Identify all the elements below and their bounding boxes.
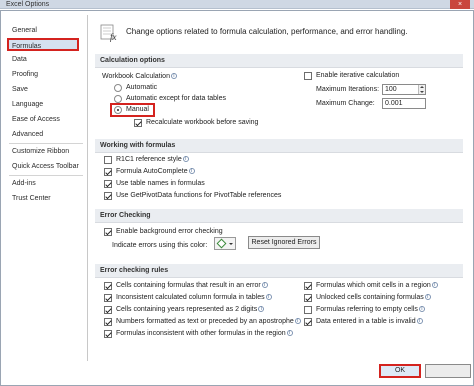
- radio-automatic-label: Automatic: [126, 84, 158, 91]
- rule-checkbox[interactable]: [104, 306, 112, 314]
- info-icon: i: [286, 330, 293, 337]
- r1c1-label: R1C1 reference style i: [116, 155, 189, 165]
- sidebar-item-proofing[interactable]: Proofing: [9, 68, 83, 81]
- info-icon: i: [431, 282, 438, 289]
- rule-label: Numbers formatted as text or preceded by…: [116, 317, 301, 327]
- title-bar: Excel Options ×: [0, 0, 474, 9]
- recalc-before-save-checkbox[interactable]: [134, 119, 142, 127]
- rule-checkbox[interactable]: [304, 294, 312, 302]
- max-iterations-input[interactable]: 100: [382, 84, 426, 95]
- spinner-arrows-icon[interactable]: [418, 85, 425, 94]
- info-icon: i: [424, 294, 431, 301]
- max-iterations-label: Maximum Iterations:: [316, 86, 380, 93]
- rule-checkbox[interactable]: [104, 282, 112, 290]
- radio-manual-label: Manual: [126, 106, 149, 113]
- max-iterations-value: 100: [385, 86, 397, 93]
- info-icon: i: [416, 318, 423, 325]
- rule-label: Cells containing years represented as 2 …: [116, 305, 265, 315]
- radio-manual[interactable]: [114, 106, 122, 114]
- info-icon: i: [170, 73, 177, 80]
- sidebar-item-ease-of-access[interactable]: Ease of Access: [9, 113, 83, 126]
- rule-checkbox[interactable]: [104, 330, 112, 338]
- svg-text:fx: fx: [110, 32, 117, 42]
- radio-automatic[interactable]: [114, 84, 122, 92]
- section-title: Calculation options: [100, 57, 165, 64]
- table-names-label: Use table names in formulas: [116, 180, 205, 187]
- info-icon: i: [265, 294, 272, 301]
- info-icon: i: [294, 318, 301, 325]
- rule-checkbox[interactable]: [104, 294, 112, 302]
- section-title: Working with formulas: [100, 142, 176, 149]
- recalc-before-save-label: Recalculate workbook before saving: [146, 119, 259, 126]
- rule-label: Unlocked cells containing formulas i: [316, 293, 431, 303]
- sidebar-item-customize-ribbon[interactable]: Customize Ribbon: [9, 145, 83, 158]
- sidebar-item-add-ins[interactable]: Add-ins: [9, 177, 83, 190]
- sidebar-separator: [9, 143, 83, 144]
- chevron-down-icon: [229, 243, 233, 247]
- sidebar-separator: [9, 175, 83, 176]
- window-title: Excel Options: [6, 1, 50, 8]
- ok-button[interactable]: OK: [379, 364, 421, 378]
- sidebar-item-trust-center[interactable]: Trust Center: [9, 192, 83, 205]
- rule-checkbox[interactable]: [304, 318, 312, 326]
- section-error-checking-rules: Error checking rules: [95, 264, 463, 278]
- error-color-picker[interactable]: [214, 237, 236, 250]
- enable-iterative-label: Enable iterative calculation: [316, 72, 400, 79]
- fill-color-icon: [216, 238, 227, 249]
- table-names-checkbox[interactable]: [104, 180, 112, 188]
- sidebar-item-formulas[interactable]: Formulas: [7, 38, 79, 51]
- info-icon: i: [261, 282, 268, 289]
- info-icon: i: [418, 306, 425, 313]
- sidebar-item-general[interactable]: General: [9, 24, 83, 37]
- enable-bg-error-checking-label: Enable background error checking: [116, 228, 223, 235]
- close-button[interactable]: ×: [450, 0, 470, 9]
- rule-checkbox[interactable]: [304, 306, 312, 314]
- r1c1-checkbox[interactable]: [104, 156, 112, 164]
- autocomplete-label: Formula AutoComplete i: [116, 167, 195, 177]
- sidebar-item-advanced[interactable]: Advanced: [9, 128, 83, 141]
- radio-automatic-except-tables[interactable]: [114, 95, 122, 103]
- autocomplete-checkbox[interactable]: [104, 168, 112, 176]
- formulas-panel: fx Change options related to formula cal…: [90, 18, 468, 356]
- getpivotdata-label: Use GetPivotData functions for PivotTabl…: [116, 192, 282, 199]
- cancel-button[interactable]: [425, 364, 471, 378]
- formula-fx-icon: fx: [100, 24, 117, 42]
- rule-checkbox[interactable]: [304, 282, 312, 290]
- sidebar-item-quick-access-toolbar[interactable]: Quick Access Toolbar: [9, 160, 83, 173]
- section-working-with-formulas: Working with formulas: [95, 139, 463, 153]
- rule-label: Cells containing formulas that result in…: [116, 281, 268, 291]
- enable-iterative-checkbox[interactable]: [304, 72, 312, 80]
- max-change-label: Maximum Change:: [316, 100, 375, 107]
- rule-label: Data entered in a table is invalid i: [316, 317, 423, 327]
- section-title: Error Checking: [100, 212, 151, 219]
- reset-ignored-errors-button[interactable]: Reset Ignored Errors: [248, 236, 320, 249]
- getpivotdata-checkbox[interactable]: [104, 192, 112, 200]
- max-change-input[interactable]: 0.001: [382, 98, 426, 109]
- indicate-errors-label: Indicate errors using this color:: [112, 242, 208, 249]
- sidebar-item-save[interactable]: Save: [9, 83, 83, 96]
- section-title: Error checking rules: [100, 267, 169, 274]
- enable-bg-error-checking-checkbox[interactable]: [104, 228, 112, 236]
- rule-label: Formulas referring to empty cells i: [316, 305, 425, 315]
- rule-label: Formulas which omit cells in a region i: [316, 281, 438, 291]
- rule-label: Inconsistent calculated column formula i…: [116, 293, 272, 303]
- info-icon: i: [182, 156, 189, 163]
- sidebar-item-language[interactable]: Language: [9, 98, 83, 111]
- rule-checkbox[interactable]: [104, 318, 112, 326]
- panel-description: Change options related to formula calcul…: [126, 27, 408, 36]
- workbook-calculation-label: Workbook Calculation i: [102, 72, 177, 82]
- section-calculation-options: Calculation options: [95, 54, 463, 68]
- info-icon: i: [188, 168, 195, 175]
- rule-label: Formulas inconsistent with other formula…: [116, 329, 293, 339]
- info-icon: i: [258, 306, 265, 313]
- sidebar-item-data[interactable]: Data: [9, 53, 83, 66]
- sidebar-divider: [87, 15, 88, 361]
- section-error-checking: Error Checking: [95, 209, 463, 223]
